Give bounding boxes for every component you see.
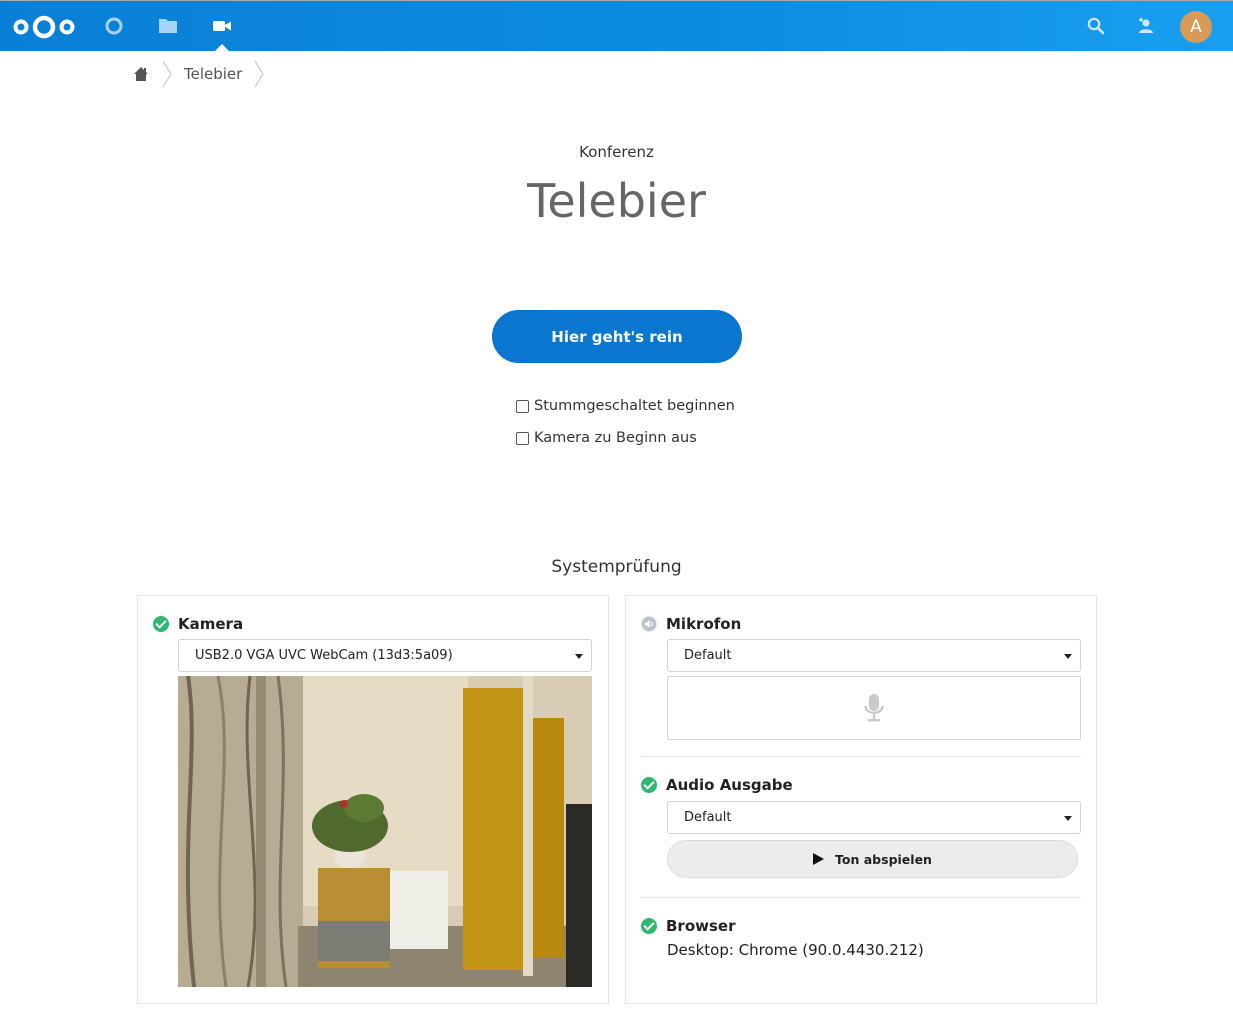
microphone-heading: Mikrofon (641, 615, 741, 633)
camera-heading: Kamera (153, 615, 243, 633)
browser-heading: Browser (641, 917, 736, 935)
camera-preview-video (178, 676, 592, 987)
conversation-type: Konferenz (579, 143, 654, 161)
microphone-icon (864, 694, 884, 722)
user-avatar[interactable]: A (1180, 11, 1212, 43)
breadcrumb-separator-icon (254, 60, 265, 88)
top-header: A (0, 0, 1233, 52)
system-check-title: Systemprüfung (551, 557, 682, 577)
audio-output-heading: Audio Ausgabe (641, 776, 793, 794)
play-icon (813, 853, 825, 865)
audio-browser-panel: Mikrofon Default Audio Ausgabe Default T… (625, 595, 1097, 1004)
microphone-label: Mikrofon (666, 615, 742, 633)
browser-label: Browser (666, 917, 736, 935)
join-call-button[interactable]: Hier geht's rein (492, 310, 742, 363)
microphone-select-value: Default (684, 648, 732, 663)
check-circle-icon (641, 777, 657, 793)
conversation-title: Telebier (527, 174, 706, 228)
camera-off-label: Kamera zu Beginn aus (534, 430, 697, 446)
microphone-status-icon (641, 616, 657, 632)
breadcrumb-separator-icon (162, 60, 172, 88)
divider (641, 756, 1081, 757)
camera-select[interactable]: USB2.0 VGA UVC WebCam (13d3:5a09) (178, 639, 592, 672)
chevron-down-icon (1064, 816, 1072, 821)
start-muted-label: Stummgeschaltet beginnen (534, 398, 735, 414)
audio-output-select[interactable]: Default (667, 801, 1081, 834)
search-icon[interactable] (1086, 16, 1106, 36)
check-circle-icon (153, 616, 169, 632)
divider (641, 897, 1081, 898)
browser-info: Desktop: Chrome (90.0.4430.212) (667, 941, 924, 959)
chevron-down-icon (1064, 654, 1072, 659)
microphone-level-meter (667, 676, 1081, 740)
dashboard-icon[interactable] (102, 14, 126, 38)
audio-output-select-value: Default (684, 810, 732, 825)
home-icon[interactable] (132, 65, 150, 83)
breadcrumb-current[interactable]: Telebier (184, 65, 242, 83)
camera-off-checkbox[interactable] (516, 431, 529, 445)
camera-off-option[interactable]: Kamera zu Beginn aus (516, 430, 697, 446)
microphone-select[interactable]: Default (667, 639, 1081, 672)
breadcrumb: Telebier (132, 60, 276, 88)
files-icon[interactable] (156, 14, 180, 38)
contacts-icon[interactable] (1136, 16, 1156, 36)
camera-panel: Kamera USB2.0 VGA UVC WebCam (13d3:5a09) (137, 595, 609, 1004)
play-test-sound-label: Ton abspielen (835, 851, 932, 867)
active-app-indicator (214, 44, 230, 52)
nextcloud-logo[interactable] (12, 13, 76, 41)
talk-video-icon[interactable] (210, 14, 234, 38)
camera-select-value: USB2.0 VGA UVC WebCam (13d3:5a09) (195, 648, 453, 663)
audio-output-label: Audio Ausgabe (666, 776, 793, 794)
check-circle-icon (641, 918, 657, 934)
chevron-down-icon (575, 654, 583, 659)
start-muted-checkbox[interactable] (516, 399, 529, 413)
play-test-sound-button[interactable]: Ton abspielen (667, 840, 1078, 878)
camera-label: Kamera (178, 615, 244, 633)
start-muted-option[interactable]: Stummgeschaltet beginnen (516, 398, 735, 414)
